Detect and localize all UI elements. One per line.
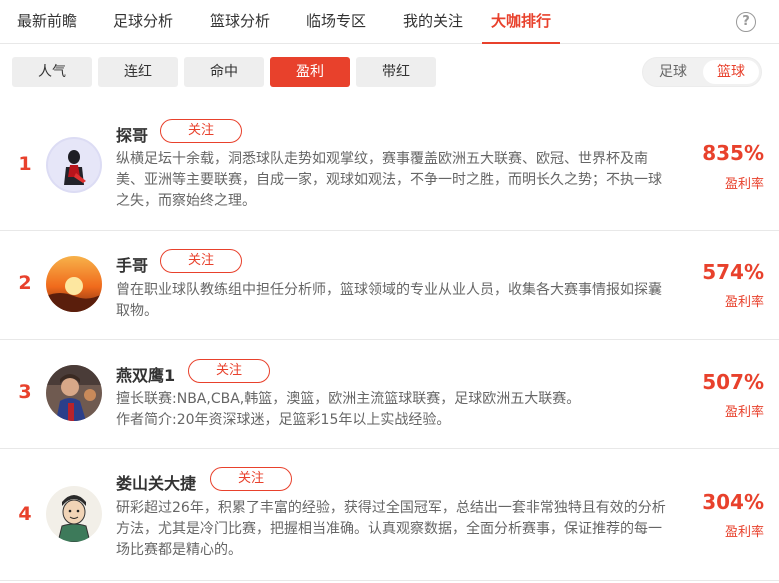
rank-number: 3 [18, 381, 32, 403]
profit-rate-label: 盈利率 [724, 295, 764, 310]
tab-basketball-analysis[interactable]: 篮球分析 [210, 0, 270, 43]
sport-option-basketball[interactable]: 篮球 [703, 60, 759, 84]
profit-rate-label: 盈利率 [724, 405, 764, 420]
tab-my-follows[interactable]: 我的关注 [403, 0, 463, 43]
profit-rate-label: 盈利率 [724, 177, 764, 192]
filter-profit-button[interactable]: 盈利 [270, 57, 350, 87]
expert-row[interactable]: 4 娄山关大捷 关注 研彩超过26年，积累了丰富的经验，获得过全国冠军，总结出一… [0, 449, 779, 581]
filter-win-streak-button[interactable]: 连红 [98, 57, 178, 87]
tab-expert-ranking[interactable]: 大咖排行 [482, 0, 561, 44]
expert-bio: 作者简介:20年资深球迷，足篮彩15年以上实战经验。 [116, 412, 451, 428]
profit-rate-label: 盈利率 [724, 525, 764, 540]
follow-button[interactable]: 关注 [160, 119, 242, 143]
filter-hit-rate-button[interactable]: 命中 [184, 57, 264, 87]
expert-description: 擅长联赛:NBA,CBA,韩篮，澳篮，欧洲主流篮球联赛，足球欧洲五大联赛。 作者… [116, 389, 666, 431]
expert-leagues: 擅长联赛:NBA,CBA,韩篮，澳篮，欧洲主流篮球联赛，足球欧洲五大联赛。 [116, 391, 581, 407]
expert-description: 纵横足坛十余载，洞悉球队走势如观掌纹，赛事覆盖欧洲五大联赛、欧冠、世界杯及南美、… [116, 151, 662, 209]
profit-rate-value: 507% [702, 370, 764, 394]
tab-expert-ranking-label: 大咖排行 [491, 12, 552, 30]
follow-button[interactable]: 关注 [160, 249, 242, 273]
sport-option-football[interactable]: 足球 [645, 60, 701, 84]
avatar[interactable] [46, 365, 102, 421]
profit-rate-value: 835% [702, 141, 764, 165]
sport-switch: 足球 篮球 [642, 57, 762, 87]
help-icon[interactable]: ? [736, 12, 756, 32]
follow-button[interactable]: 关注 [188, 359, 270, 383]
follow-button[interactable]: 关注 [210, 467, 292, 491]
top-nav: 最新前瞻 足球分析 篮球分析 临场专区 我的关注 大咖排行 ? [0, 0, 779, 44]
avatar[interactable] [46, 256, 102, 312]
filter-red-lead-button[interactable]: 带红 [356, 57, 436, 87]
expert-description: 曾在职业球队教练组中担任分析师，篮球领域的专业从业人员，收集各大赛事情报如探囊取… [116, 282, 662, 319]
expert-name[interactable]: 燕双鹰1 [116, 362, 175, 386]
filter-popularity-button[interactable]: 人气 [12, 57, 92, 87]
profit-rate-value: 304% [702, 490, 764, 514]
avatar[interactable] [46, 137, 102, 193]
active-tab-indicator [482, 42, 561, 44]
expert-row[interactable]: 2 手哥 关注 曾在职业球队教练组中担任分析师，篮球领域的专业从业人员，收集各大… [0, 231, 779, 340]
tab-football-analysis[interactable]: 足球分析 [113, 0, 173, 43]
expert-row[interactable]: 3 燕双鹰1 关注 擅长联赛:NBA,CBA,韩篮，澳篮，欧洲主流篮球联赛，足球… [0, 340, 779, 449]
rank-number: 4 [18, 503, 32, 525]
rank-number: 2 [18, 272, 32, 294]
avatar[interactable] [46, 486, 102, 542]
expert-row[interactable]: 1 探哥 关注 纵横足坛十余载，洞悉球队走势如观掌纹，赛事覆盖欧洲五大联赛、欧冠… [0, 102, 779, 231]
expert-name[interactable]: 手哥 [116, 252, 148, 276]
tab-latest-preview[interactable]: 最新前瞻 [17, 0, 77, 43]
tab-live-zone[interactable]: 临场专区 [306, 0, 366, 43]
expert-name[interactable]: 娄山关大捷 [116, 470, 196, 494]
profit-rate-value: 574% [702, 260, 764, 284]
expert-description: 研彩超过26年，积累了丰富的经验，获得过全国冠军，总结出一套非常独特且有效的分析… [116, 500, 666, 558]
rank-number: 1 [18, 153, 32, 175]
expert-name[interactable]: 探哥 [116, 122, 148, 146]
